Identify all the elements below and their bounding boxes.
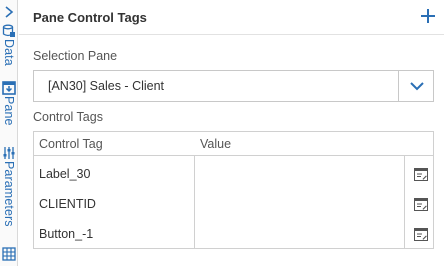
selection-pane-value: [AN30] Sales - Client: [48, 79, 165, 93]
rail-label-data: Data: [2, 39, 16, 66]
table-grid-icon: [2, 247, 16, 261]
column-header-value: Value: [200, 137, 232, 151]
control-tags-label: Control Tags: [33, 110, 103, 124]
control-tag-cell: Label_30: [39, 167, 91, 181]
selection-pane-dropdown[interactable]: [AN30] Sales - Client: [33, 70, 434, 102]
table-header: Control Tag Value: [34, 132, 433, 156]
edit-value-icon[interactable]: [414, 228, 428, 241]
table-row: CLIENTID: [34, 190, 433, 220]
control-tag-cell: Button_-1: [39, 227, 94, 241]
panel-header: Pane Control Tags: [19, 0, 444, 35]
column-header-control-tag: Control Tag: [39, 137, 103, 151]
side-rail: Data Pane Parameters: [0, 0, 18, 266]
pane-download-icon: [2, 81, 16, 95]
dropdown-divider: [398, 71, 399, 101]
table-row: Label_30: [34, 160, 433, 190]
rail-label-parameters: Parameters: [2, 161, 16, 227]
rail-item-data[interactable]: Data: [1, 24, 17, 66]
rail-label-pane: Pane: [2, 96, 16, 126]
table-row: Button_-1: [34, 220, 433, 250]
sliders-icon: [3, 147, 15, 159]
edit-value-icon[interactable]: [414, 198, 428, 211]
rail-item-pane[interactable]: Pane: [1, 81, 17, 126]
edit-value-icon[interactable]: [414, 168, 428, 181]
rail-item-table[interactable]: [1, 247, 17, 261]
chevron-down-icon[interactable]: [410, 80, 424, 92]
expand-chevron-icon[interactable]: [3, 6, 15, 18]
panel-title: Pane Control Tags: [33, 10, 147, 25]
plus-icon[interactable]: [420, 8, 436, 24]
control-tags-table: Control Tag Value Label_30 CLIENTID Butt…: [33, 131, 434, 249]
control-tag-cell: CLIENTID: [39, 197, 96, 211]
selection-pane-label: Selection Pane: [33, 49, 118, 63]
database-icon: [2, 24, 15, 37]
rail-item-parameters[interactable]: Parameters: [1, 146, 17, 227]
